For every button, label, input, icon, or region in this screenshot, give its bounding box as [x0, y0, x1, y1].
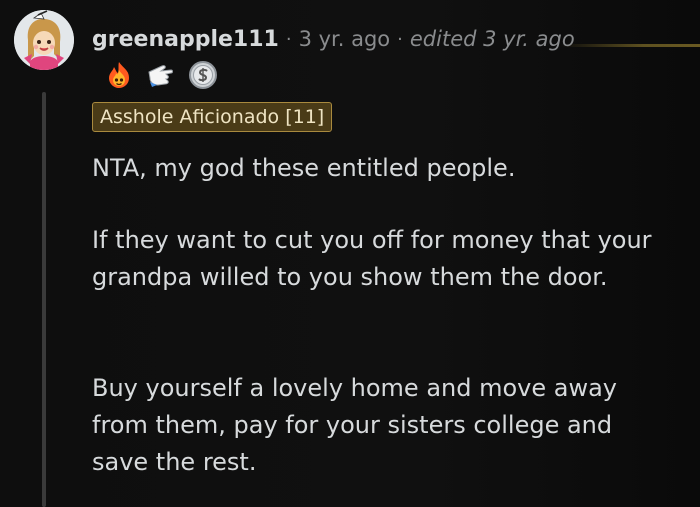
comment-paragraph: NTA, my god these entitled people. [92, 154, 516, 182]
avatar[interactable] [14, 10, 74, 70]
fire-award-icon[interactable] [104, 60, 134, 90]
meta-separator: · [285, 28, 292, 50]
thread-collapse-line[interactable] [42, 92, 46, 507]
silver-coin-award-icon[interactable] [188, 60, 218, 90]
avatar-image [14, 10, 74, 70]
award-highlight-bar [560, 44, 700, 47]
meta-separator-2: · [397, 28, 403, 50]
comment-paragraph: If they want to cut you off for money th… [92, 226, 652, 291]
edited-timestamp: edited 3 yr. ago [409, 27, 575, 51]
pointing-hand-award-icon[interactable] [146, 60, 176, 90]
username-link[interactable]: greenapple111 [92, 27, 279, 52]
comment-card: greenapple111 · 3 yr. ago · edited 3 yr.… [0, 0, 700, 507]
awards-row[interactable] [104, 60, 218, 90]
comment-meta: greenapple111 · 3 yr. ago · edited 3 yr.… [92, 24, 575, 54]
user-flair-badge: Asshole Aficionado [11] [92, 102, 333, 132]
comment-timestamp[interactable]: 3 yr. ago [299, 27, 391, 51]
comment-paragraph: Buy yourself a lovely home and move away… [92, 374, 617, 476]
